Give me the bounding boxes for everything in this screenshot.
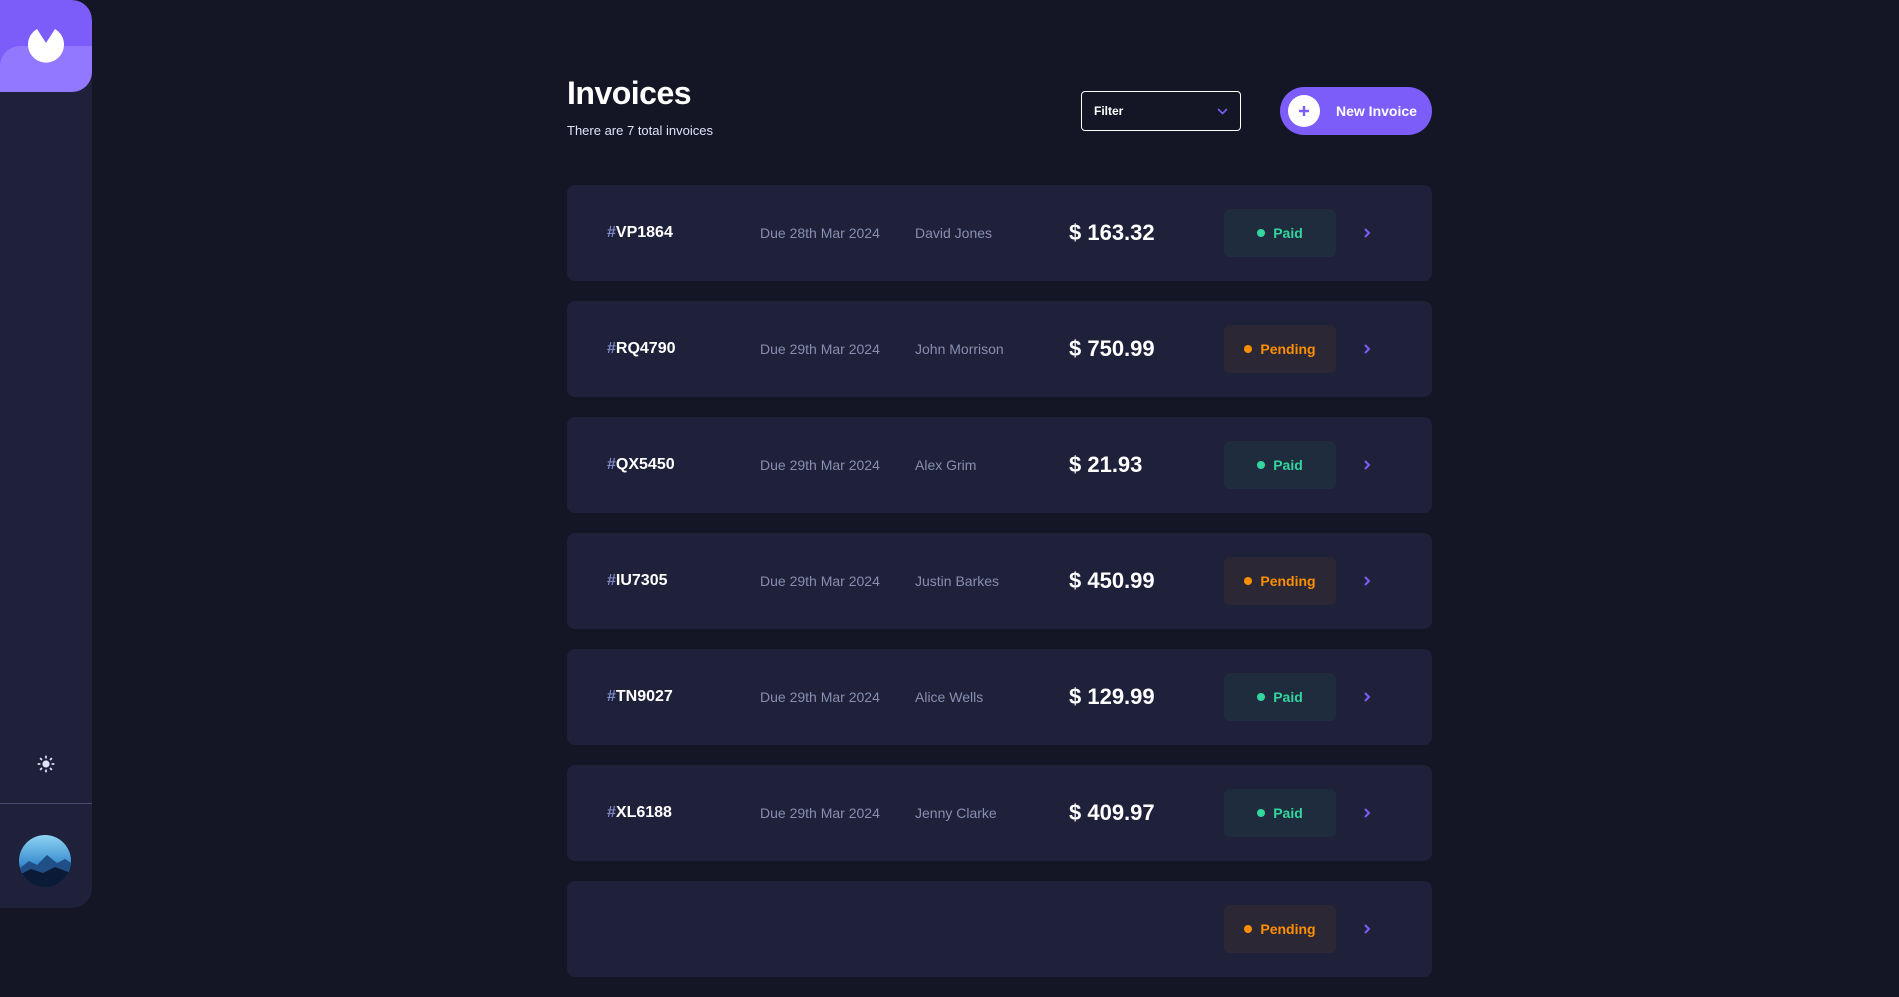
invoice-due-date: Due 29th Mar 2024 (760, 341, 880, 357)
invoice-count: There are 7 total invoices (567, 123, 713, 138)
status-badge: Paid (1224, 209, 1336, 257)
invoice-id: # VP1864 (607, 185, 673, 281)
status-badge: Paid (1224, 789, 1336, 837)
status-dot (1244, 577, 1253, 585)
invoice-client-name: Alice Wells (915, 689, 984, 705)
invoice-row[interactable]: # VP1864 Due 28th Mar 2024 David Jones $ … (567, 185, 1432, 281)
chevron-right-icon[interactable] (1364, 533, 1371, 629)
invoice-row[interactable]: # IU7305 Due 29th Mar 2024 Justin Barkes … (567, 533, 1432, 629)
invoice-id: # TN9027 (607, 649, 673, 745)
chevron-right-icon[interactable] (1364, 417, 1371, 513)
status-dot (1257, 693, 1266, 701)
theme-toggle-button[interactable] (34, 752, 58, 776)
invoice-hash: # (607, 804, 616, 821)
status-label: Paid (1273, 805, 1303, 821)
invoice-amount: $ 21.93 (1069, 452, 1143, 477)
invoice-amount: $ 750.99 (1069, 336, 1155, 361)
new-invoice-label: New Invoice (1336, 103, 1417, 119)
invoice-due-date: Due 28th Mar 2024 (760, 225, 880, 241)
invoice-row[interactable]: # XL6188 Due 29th Mar 2024 Jenny Clarke $… (567, 765, 1432, 861)
status-label: Paid (1273, 457, 1303, 473)
invoice-id-value: RQ4790 (615, 340, 676, 357)
new-invoice-button[interactable]: New Invoice (1280, 87, 1432, 135)
invoice-id-value: QX5450 (615, 456, 675, 473)
invoice-client-name: John Morrison (915, 341, 1004, 357)
invoice-client-name: Alex Grim (915, 457, 977, 473)
invoice-amount: $ 163.32 (1069, 220, 1155, 245)
page-title: Invoices (567, 75, 692, 111)
filter-dropdown[interactable]: Filter (1081, 91, 1241, 131)
invoice-list: # VP1864 Due 28th Mar 2024 David Jones $ … (567, 185, 1432, 997)
plus-icon (1299, 106, 1309, 116)
invoice-row[interactable]: Pending (567, 881, 1432, 977)
invoice-id-value: XL6188 (615, 804, 672, 821)
invoice-row[interactable]: # TN9027 Due 29th Mar 2024 Alice Wells $ … (567, 649, 1432, 745)
invoice-due-date: Due 29th Mar 2024 (760, 689, 880, 705)
invoice-hash: # (607, 572, 616, 589)
filter-label: Filter (1094, 104, 1124, 118)
avatar-image (19, 835, 71, 887)
invoice-client-name: Jenny Clarke (915, 805, 997, 821)
invoice-due-date: Due 29th Mar 2024 (760, 805, 880, 821)
logo-icon (28, 29, 64, 63)
status-badge: Pending (1224, 557, 1336, 605)
chevron-right-icon[interactable] (1364, 649, 1371, 745)
invoice-id: # XL6188 (607, 765, 672, 861)
chevron-right-icon[interactable] (1364, 765, 1371, 861)
invoice-id: # QX5450 (607, 417, 675, 513)
status-dot (1257, 229, 1266, 237)
status-badge: Pending (1224, 905, 1336, 953)
status-badge: Paid (1224, 673, 1336, 721)
status-badge: Pending (1224, 325, 1336, 373)
chevron-right-icon[interactable] (1364, 301, 1371, 397)
logo[interactable] (0, 0, 92, 92)
invoice-amount: $ 409.97 (1069, 800, 1155, 825)
status-dot (1244, 345, 1253, 353)
page-header: Invoices There are 7 total invoices Filt… (567, 75, 1432, 145)
invoice-row[interactable]: # QX5450 Due 29th Mar 2024 Alex Grim $ 21… (567, 417, 1432, 513)
invoice-id-value: TN9027 (615, 688, 673, 705)
invoice-hash: # (607, 456, 616, 473)
sun-icon (37, 755, 55, 773)
status-dot (1244, 925, 1253, 933)
status-label: Paid (1273, 225, 1303, 241)
chevron-right-icon[interactable] (1364, 185, 1371, 281)
invoice-due-date: Due 29th Mar 2024 (760, 573, 880, 589)
invoice-id: # IU7305 (607, 533, 668, 629)
invoice-id-value: IU7305 (615, 572, 668, 589)
status-label: Pending (1260, 921, 1316, 937)
invoice-id: # RQ4790 (607, 301, 676, 397)
avatar[interactable] (19, 835, 71, 887)
invoice-amount: $ 450.99 (1069, 568, 1155, 593)
invoice-client-name: Justin Barkes (915, 573, 1000, 589)
sidebar (0, 0, 92, 908)
chevron-right-icon[interactable] (1364, 881, 1371, 977)
chevron-down-icon (1217, 107, 1228, 115)
invoice-hash: # (607, 688, 616, 705)
status-label: Pending (1260, 573, 1316, 589)
invoice-hash: # (607, 224, 616, 241)
status-label: Pending (1260, 341, 1316, 357)
sidebar-divider (0, 803, 92, 804)
invoice-amount: $ 129.99 (1069, 684, 1155, 709)
invoice-id-value: VP1864 (615, 224, 673, 241)
invoice-row[interactable]: # RQ4790 Due 29th Mar 2024 John Morrison … (567, 301, 1432, 397)
invoice-hash: # (607, 340, 616, 357)
invoice-client-name: David Jones (915, 225, 993, 241)
status-dot (1257, 809, 1266, 817)
status-badge: Paid (1224, 441, 1336, 489)
invoice-due-date: Due 29th Mar 2024 (760, 457, 880, 473)
plus-circle (1288, 95, 1320, 127)
status-dot (1257, 461, 1266, 469)
status-label: Paid (1273, 689, 1303, 705)
